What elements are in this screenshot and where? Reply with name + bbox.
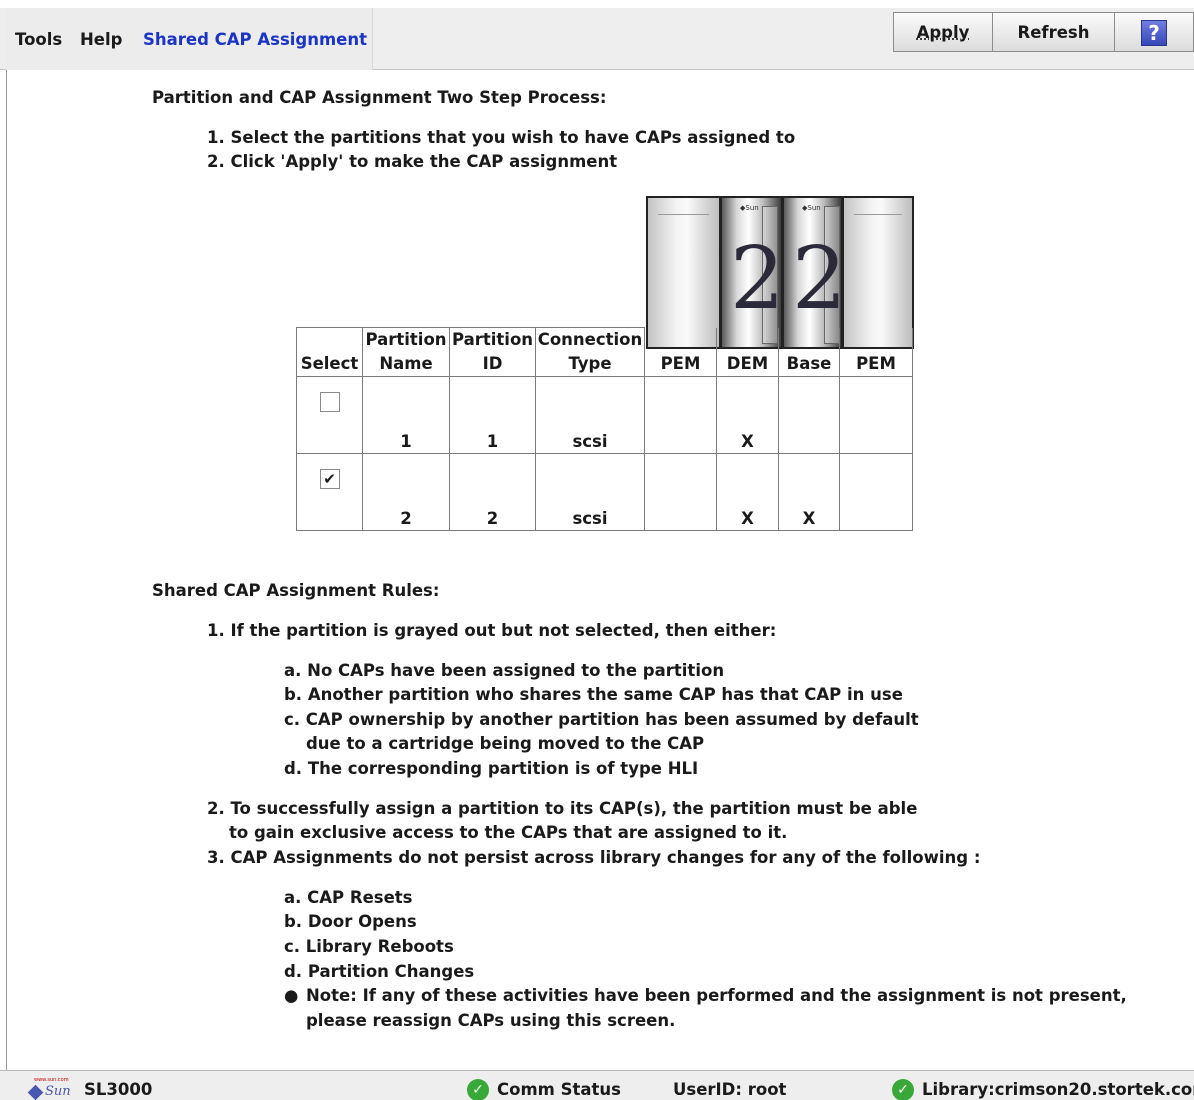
partition-name-cell: 2 <box>362 453 450 531</box>
rule-2: 2. To successfully assign a partition to… <box>207 799 918 818</box>
left-divider <box>6 70 7 1070</box>
module-logo: ◆Sun <box>802 204 821 212</box>
base-cell: X <box>778 453 840 531</box>
rule-1-item: a. No CAPs have been assigned to the par… <box>284 661 725 680</box>
dem-cell: X <box>716 453 779 531</box>
rule-1-item: c. CAP ownership by another partition ha… <box>284 710 919 729</box>
help-button[interactable]: ? <box>1114 12 1194 52</box>
connection-type-cell: scsi <box>535 453 645 531</box>
header-select: Select <box>296 327 363 377</box>
pem-2-cell <box>839 376 913 454</box>
note-line: please reassign CAPs using this screen. <box>306 1011 676 1030</box>
partition-table: Select Partition Name Partition ID Connect… <box>296 327 913 531</box>
pem-1-cell <box>644 376 717 454</box>
table-row: 1 1 scsi X <box>296 376 913 454</box>
header-dem: DEM <box>716 327 779 377</box>
partition-checkbox[interactable]: ✔ <box>319 469 340 489</box>
table-row: ✔ 2 2 scsi X X <box>296 453 913 531</box>
pem-2-cell <box>839 453 913 531</box>
refresh-button[interactable]: Refresh <box>992 12 1115 52</box>
user-id: UserID: root <box>673 1080 787 1099</box>
sun-diamond-icon <box>27 1084 44 1100</box>
page-title: Shared CAP Assignment <box>143 30 368 49</box>
help-menu[interactable]: Help <box>80 30 122 49</box>
header-base: Base <box>778 327 840 377</box>
module-edge <box>854 214 902 215</box>
comm-status[interactable]: Comm Status <box>497 1080 621 1099</box>
rule-3-item: a. CAP Resets <box>284 888 413 907</box>
tools-menu[interactable]: Tools <box>15 30 62 49</box>
note-line: Note: If any of these activities have be… <box>306 986 1127 1005</box>
pem-1-cell <box>644 453 717 531</box>
select-cell: ✔ <box>296 453 363 531</box>
base-module-number: 2 <box>792 229 843 329</box>
top-toolbar: Tools Help Shared CAP Assignment Apply R… <box>0 8 1194 70</box>
partition-id-cell: 1 <box>449 376 536 454</box>
apply-label: Apply <box>916 22 970 42</box>
header-pem-2: PEM <box>839 327 913 377</box>
help-icon: ? <box>1141 20 1167 46</box>
header-connection-type: Connection Type <box>535 327 645 377</box>
rule-3-item: d. Partition Changes <box>284 962 475 981</box>
partition-id-cell: 2 <box>449 453 536 531</box>
partition-checkbox[interactable] <box>319 392 340 412</box>
header-partition-name: Partition Name <box>362 327 450 377</box>
rule-1-item: b. Another partition who shares the same… <box>284 685 903 704</box>
library-status[interactable]: Library:crimson20.stortek.com <box>922 1080 1194 1099</box>
header-partition-id: Partition ID <box>449 327 536 377</box>
module-edge <box>658 214 709 215</box>
rule-2-continued: to gain exclusive access to the CAPs tha… <box>229 823 788 842</box>
rule-3: 3. CAP Assignments do not persist across… <box>207 848 981 867</box>
table-header-row: Select Partition Name Partition ID Connect… <box>296 327 913 377</box>
comm-status-check-icon: ✓ <box>467 1079 489 1100</box>
module-logo: ◆Sun <box>740 204 759 212</box>
status-bar: www.sun.com Sun SL3000 ✓ Comm Status Use… <box>0 1070 1194 1100</box>
rule-1-item-continued: due to a cartridge being moved to the CA… <box>306 734 705 753</box>
rule-1-item: d. The corresponding partition is of typ… <box>284 759 699 778</box>
connection-type-cell: scsi <box>535 376 645 454</box>
sun-logo: www.sun.com Sun <box>27 1077 76 1100</box>
process-heading: Partition and CAP Assignment Two Step Pr… <box>152 88 607 107</box>
rule-3-item: b. Door Opens <box>284 912 417 931</box>
apply-button[interactable]: Apply <box>893 12 993 52</box>
rule-3-item: c. Library Reboots <box>284 937 454 956</box>
menu-bar: Tools Help Shared CAP Assignment <box>6 8 373 70</box>
note-bullet-icon: ● <box>284 986 299 1005</box>
product-name: SL3000 <box>84 1080 153 1099</box>
partition-name-cell: 1 <box>362 376 450 454</box>
dem-module-number: 2 <box>730 229 783 329</box>
select-cell <box>296 376 363 454</box>
rule-1: 1. If the partition is grayed out but no… <box>207 621 777 640</box>
process-step-2: 2. Click 'Apply' to make the CAP assignm… <box>207 152 618 171</box>
process-step-1: 1. Select the partitions that you wish t… <box>207 128 796 147</box>
dem-cell: X <box>716 376 779 454</box>
library-status-check-icon: ✓ <box>892 1079 914 1100</box>
header-pem-1: PEM <box>644 327 717 377</box>
rules-heading: Shared CAP Assignment Rules: <box>152 581 440 600</box>
base-cell <box>778 376 840 454</box>
